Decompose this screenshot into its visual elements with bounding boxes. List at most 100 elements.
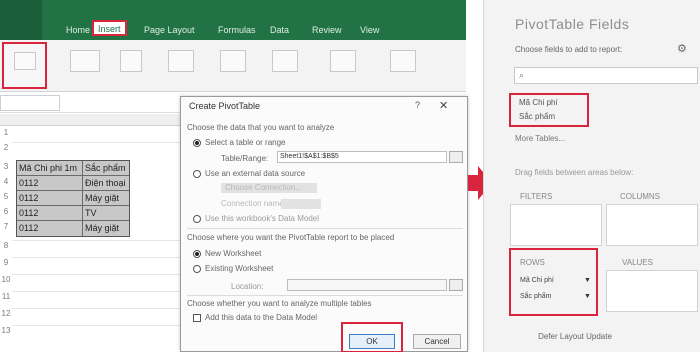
pane-subtitle: Choose fields to add to report: — [515, 45, 623, 54]
values-area[interactable] — [606, 270, 698, 312]
more-tables-link[interactable]: More Tables... — [515, 134, 565, 143]
recommended-pivottables-icon[interactable] — [70, 50, 100, 72]
defer-layout-update-checkbox[interactable]: Defer Layout Update — [515, 332, 635, 341]
tab-home[interactable]: Home — [66, 25, 90, 35]
radio-select-table[interactable] — [193, 139, 201, 147]
row-number: 1 — [3, 128, 9, 137]
ok-button[interactable]: OK — [349, 334, 395, 349]
pictures-icon[interactable] — [168, 50, 194, 72]
filters-area[interactable] — [510, 204, 602, 246]
row-number: 12 — [1, 309, 11, 318]
tab-data[interactable]: Data — [270, 25, 289, 35]
field-search-input[interactable]: ⌕ — [514, 67, 698, 84]
text-icon[interactable] — [390, 50, 416, 72]
location-input[interactable] — [287, 279, 447, 291]
table-row: 0112 Máy giặt — [17, 191, 129, 206]
connection-name-label: Connection name: — [221, 199, 286, 208]
row-number: 8 — [3, 241, 9, 250]
shapes-icon[interactable] — [220, 50, 246, 72]
column-headers — [0, 114, 180, 126]
rows-chip[interactable]: Mã Chi phí — [520, 277, 554, 284]
pivottable-fields-pane: PivotTable Fields Choose fields to add t… — [483, 0, 700, 352]
radio-existing-worksheet[interactable] — [193, 265, 201, 273]
table-range-label: Table/Range: — [221, 154, 269, 163]
pivottable-button[interactable] — [2, 42, 47, 89]
radio-data-model[interactable] — [193, 215, 201, 223]
new-worksheet-label: New Worksheet — [205, 249, 262, 258]
field-list: Mã Chi phí Sắc phẩm — [507, 90, 700, 160]
range-selector-icon[interactable] — [449, 151, 463, 163]
row-number: 9 — [3, 258, 9, 267]
create-pivottable-dialog: Create PivotTable ? ✕ Choose the data th… — [180, 96, 468, 352]
table-row: 0112 Máy giặt — [17, 221, 129, 236]
table-row: 0112 Điện thoại — [17, 176, 129, 191]
pane-title: PivotTable Fields — [515, 16, 630, 32]
ok-button-highlight: OK — [341, 322, 403, 352]
tab-view[interactable]: View — [360, 25, 379, 35]
search-icon: ⌕ — [519, 70, 525, 80]
row-number: 10 — [1, 275, 11, 284]
sparkline-icon[interactable] — [330, 50, 356, 72]
add-to-data-model-checkbox[interactable] — [193, 314, 201, 322]
row-number: 2 — [3, 143, 9, 152]
help-icon[interactable]: ? — [415, 100, 420, 110]
pivottable-icon — [14, 52, 36, 70]
row-number: 3 — [3, 162, 9, 171]
select-table-label: Select a table or range — [205, 138, 286, 147]
table-cell[interactable]: 0112 — [17, 221, 83, 236]
gear-icon[interactable]: ⚙ — [677, 42, 687, 55]
field-item[interactable]: Sắc phẩm — [519, 112, 555, 121]
data-model-label: Use this workbook's Data Model — [205, 214, 320, 223]
chevron-down-icon[interactable]: ▼ — [584, 293, 591, 300]
row-number: 7 — [3, 222, 9, 231]
row-number: 13 — [1, 326, 11, 335]
table-header-cell[interactable]: Mã Chi phi 1m — [17, 161, 83, 175]
table-cell[interactable]: 0112 — [17, 176, 83, 190]
table-cell[interactable]: 0112 — [17, 191, 83, 205]
source-data-table[interactable]: Mã Chi phi 1m Sắc phẩm 0112 Điện thoại 0… — [16, 160, 130, 237]
name-box[interactable] — [0, 95, 60, 111]
tab-formulas[interactable]: Formulas — [218, 25, 256, 35]
section-multiple-tables-label: Choose whether you want to analyze multi… — [187, 299, 372, 308]
table-header-cell[interactable]: Sắc phẩm — [83, 161, 129, 175]
columns-area[interactable] — [606, 204, 698, 246]
field-item[interactable]: Mã Chi phí — [519, 98, 558, 107]
rows-chip[interactable]: Sắc phẩm — [520, 293, 552, 300]
filters-area-label: FILTERS — [520, 192, 553, 201]
location-range-selector-icon[interactable] — [449, 279, 463, 291]
cancel-button[interactable]: Cancel — [413, 334, 461, 349]
tab-review[interactable]: Review — [312, 25, 342, 35]
section-analyze-label: Choose the data that you want to analyze — [187, 123, 335, 132]
table-cell[interactable]: TV — [83, 206, 129, 220]
table-cell[interactable]: 0112 — [17, 206, 83, 220]
tab-file[interactable] — [0, 0, 42, 40]
add-to-data-model-label: Add this data to the Data Model — [205, 313, 318, 322]
dialog-title: Create PivotTable — [189, 101, 261, 111]
location-label: Location: — [231, 282, 264, 291]
rows-area-label: ROWS — [520, 258, 545, 267]
table-range-input[interactable]: Sheet1!$A$1:$B$5 — [277, 151, 447, 163]
table-header-row: Mã Chi phi 1m Sắc phẩm — [17, 161, 129, 176]
choose-connection-label: Choose Connection... — [225, 183, 302, 192]
row-number: 4 — [3, 177, 9, 186]
chart-icon[interactable] — [272, 50, 298, 72]
values-area-label: VALUES — [622, 258, 653, 267]
chevron-down-icon[interactable]: ▼ — [584, 277, 591, 284]
tab-page-layout[interactable]: Page Layout — [144, 25, 195, 35]
ribbon-tab-bar: Home Insert Page Layout Formulas Data Re… — [0, 0, 466, 40]
tab-insert[interactable]: Insert — [92, 20, 127, 36]
table-cell[interactable]: Máy giặt — [83, 221, 129, 236]
columns-area-label: COLUMNS — [620, 192, 661, 201]
table-row: 0112 TV — [17, 206, 129, 221]
radio-external-source[interactable] — [193, 170, 201, 178]
external-source-label: Use an external data source — [205, 169, 306, 178]
drag-instruction: Drag fields between areas below: — [515, 168, 634, 177]
table-cell[interactable]: Máy giặt — [83, 191, 129, 205]
radio-new-worksheet[interactable] — [193, 250, 201, 258]
row-number: 6 — [3, 207, 9, 216]
table-icon[interactable] — [120, 50, 142, 72]
table-cell[interactable]: Điện thoại — [83, 176, 129, 190]
section-placement-label: Choose where you want the PivotTable rep… — [187, 233, 395, 242]
close-icon[interactable]: ✕ — [439, 99, 448, 112]
row-number: 5 — [3, 192, 9, 201]
